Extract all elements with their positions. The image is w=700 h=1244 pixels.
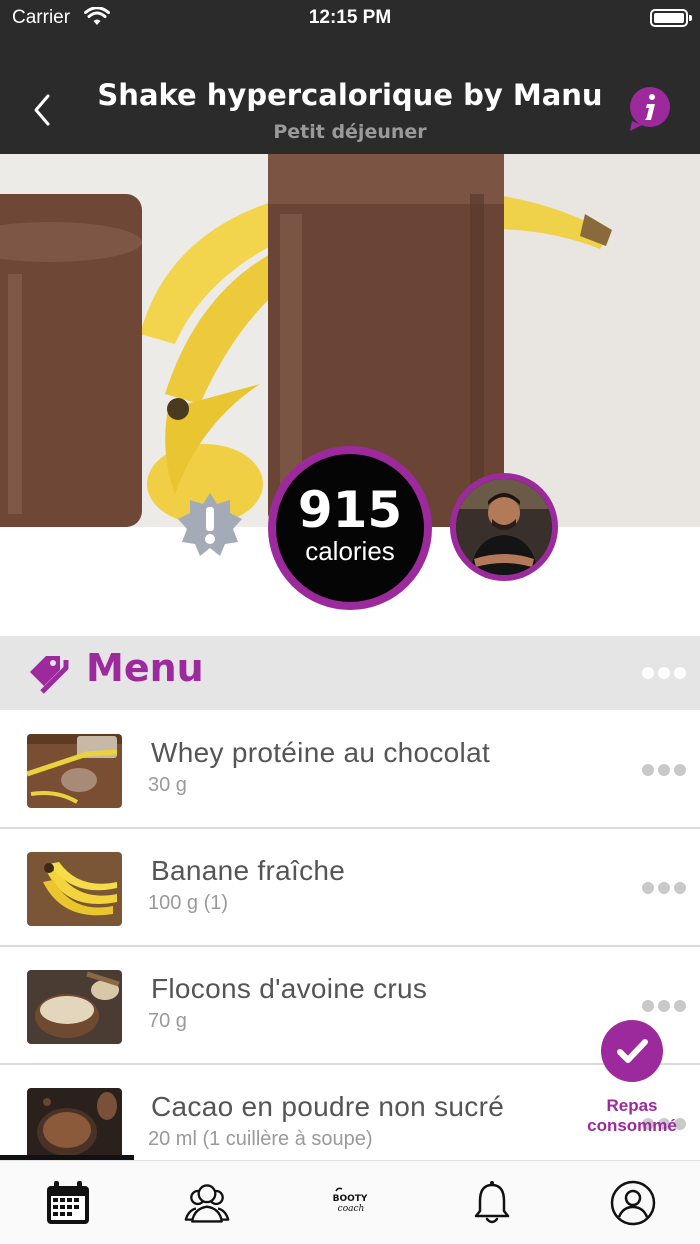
checkmark-icon (617, 1039, 648, 1063)
food-quantity: 20 ml (1 cuillère à soupe) (148, 1128, 373, 1150)
food-more-dots-icon[interactable] (642, 882, 686, 894)
food-name: Cacao en poudre non sucré (151, 1091, 505, 1122)
food-name: Banane fraîche (151, 855, 346, 886)
food-quantity: 70 g (148, 1010, 187, 1032)
banana-thumbnail (27, 852, 122, 926)
info-icon[interactable] (628, 87, 672, 131)
coach-portrait (456, 479, 552, 575)
calendar-icon[interactable] (44, 1179, 92, 1227)
svg-text:BOOTY: BOOTY (333, 1194, 368, 1204)
calorie-label: calories (305, 536, 395, 566)
battery-icon (650, 9, 692, 27)
food-more-dots-icon[interactable] (642, 764, 686, 776)
status-bar: Carrier 12:15 PM (0, 0, 700, 36)
tab-bar: BOOTY coach (0, 1160, 700, 1244)
food-name: Whey protéine au chocolat (151, 737, 491, 768)
clock: 12:15 PM (308, 7, 392, 28)
menu-more-dots-icon[interactable] (642, 667, 686, 679)
booty-coach-logo[interactable]: BOOTY coach (330, 1179, 370, 1227)
calorie-value: 915 (297, 481, 403, 539)
tag-icon (30, 656, 69, 694)
food-item-whey[interactable]: Whey protéine au chocolat 30 g (0, 711, 700, 829)
food-name: Flocons d'avoine crus (151, 973, 428, 1004)
whey-thumbnail (27, 734, 122, 808)
bell-icon[interactable] (468, 1179, 516, 1227)
food-quantity: 100 g (1) (148, 892, 229, 914)
coach-avatar[interactable] (450, 473, 558, 581)
profile-icon[interactable] (609, 1179, 657, 1227)
page-title: Shake hypercalorique by Manu (97, 78, 603, 112)
food-item-oats[interactable]: Flocons d'avoine crus 70 g (0, 947, 700, 1065)
community-icon[interactable] (183, 1179, 231, 1227)
cocoa-thumbnail (27, 1088, 122, 1162)
page-subtitle: Petit déjeuner (273, 121, 427, 143)
calorie-counter: 915 calories (268, 446, 432, 610)
food-quantity: 30 g (148, 774, 187, 796)
food-more-dots-icon[interactable] (642, 1000, 686, 1012)
meal-consumed-button[interactable] (601, 1020, 663, 1082)
svg-text:coach: coach (338, 1204, 365, 1214)
food-item-banana[interactable]: Banane fraîche 100 g (1) (0, 829, 700, 947)
alert-badge-icon[interactable] (176, 491, 244, 559)
navigation-bar: Carrier 12:15 PM Shake hypercalorique by… (0, 0, 700, 154)
meal-consumed-label[interactable]: Repas consommé (572, 1096, 692, 1136)
menu-title: Menu (86, 646, 204, 690)
oats-thumbnail (27, 970, 122, 1044)
